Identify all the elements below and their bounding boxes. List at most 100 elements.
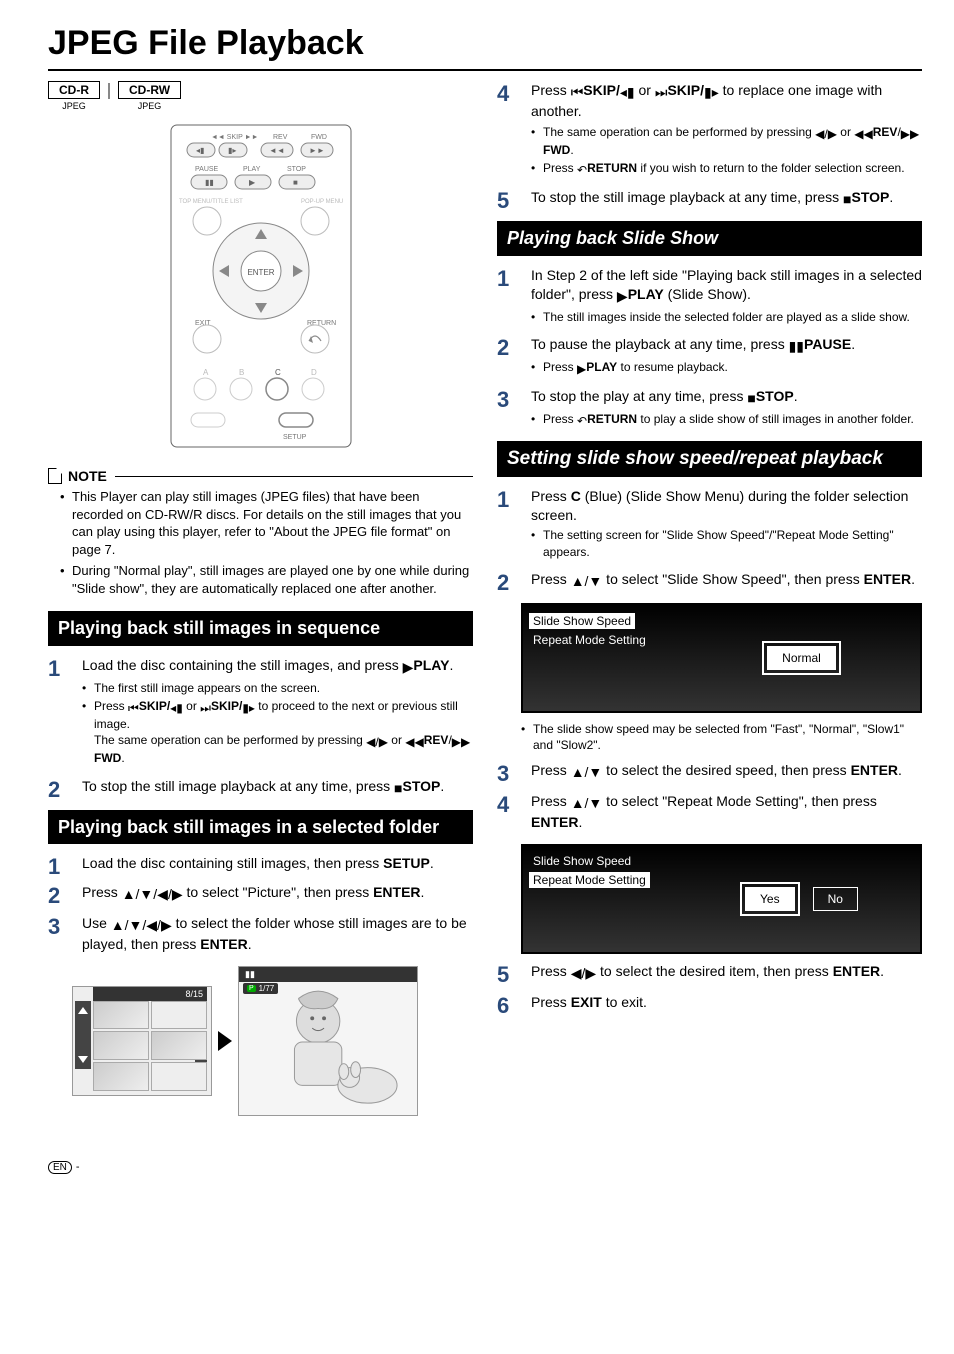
arrow-right-icon <box>218 1031 232 1051</box>
section-a-title: Playing back still images in sequence <box>48 611 473 646</box>
left-step-icon: ◂▮ <box>620 83 635 102</box>
note-item: During "Normal play", still images are p… <box>60 562 473 597</box>
step-a1-sub2: Press ⏮ SKIP/◂▮ or ⏭ SKIP/▮▸ to proceed … <box>82 698 473 767</box>
menu2-left1: Slide Show Speed <box>533 854 673 868</box>
step-r4-sub2: Press ↶ RETURN if you wish to return to … <box>531 160 922 178</box>
footer-en: EN <box>48 1161 72 1174</box>
svg-text:STOP: STOP <box>287 166 306 173</box>
step-d2: Press ▲/▼ to select "Slide Show Speed", … <box>497 570 922 591</box>
folder-preview: 8/15 ▮▮ P 1/77 <box>72 966 473 1116</box>
step-c2-sub1: Press ▶ PLAY to resume playback. <box>531 359 922 377</box>
skip-next-icon: ⏭ <box>655 83 668 102</box>
stop-icon: ■ <box>843 190 851 209</box>
svg-text:▶: ▶ <box>249 178 256 187</box>
thumb-panel: 8/15 <box>72 986 212 1096</box>
stop-icon: ■ <box>747 389 755 408</box>
detail-panel: ▮▮ P 1/77 <box>238 966 418 1116</box>
step-d4: Press ▲/▼ to select "Repeat Mode Setting… <box>497 792 922 832</box>
footer-dash: - <box>76 1161 80 1173</box>
badge-cdr-sub: JPEG <box>48 101 100 111</box>
repeat-mode-menu: Slide Show Speed Repeat Mode Setting Yes… <box>521 844 922 954</box>
left-step-icon: ◂▮ <box>170 700 183 716</box>
badge-cdr-label: CD-R <box>48 81 100 99</box>
note-item: This Player can play still images (JPEG … <box>60 488 473 558</box>
menu2-option-yes: Yes <box>745 887 795 911</box>
menu1-option-normal: Normal <box>767 646 836 670</box>
return-icon: ↶ <box>577 413 587 429</box>
step-b1: Load the disc containing still images, t… <box>48 854 473 873</box>
picture-badge-icon: P <box>247 985 256 992</box>
slide-speed-menu: Slide Show Speed Repeat Mode Setting Nor… <box>521 603 922 713</box>
title-rule <box>48 69 922 71</box>
play-icon: ▶ <box>617 287 628 306</box>
page-footer: EN - <box>48 1161 80 1174</box>
pause-icon: ▮▮ <box>789 337 804 356</box>
updownleftright-icon: ▲/▼/◀/▶ <box>122 885 183 904</box>
left-right-icon: ◀/▶ <box>366 734 388 750</box>
svg-text:ENTER: ENTER <box>247 268 274 277</box>
step-a1-sub1: The first still image appears on the scr… <box>82 680 473 696</box>
step-d1-sub1: The setting screen for "Slide Show Speed… <box>531 527 922 559</box>
remote-illustration: ◄◄ SKIP ►► REV FWD ◂▮ ▮▸ ◄◄ ►► PAUSE PLA… <box>161 121 361 454</box>
step-r4-sub1: The same operation can be performed by p… <box>531 124 922 158</box>
note-header: NOTE <box>48 468 473 484</box>
updown-icon: ▲/▼ <box>571 763 603 782</box>
svg-text:◄◄: ◄◄ <box>269 146 285 155</box>
play-icon: ▶ <box>577 361 586 377</box>
updown-icon: ▲/▼ <box>571 794 603 813</box>
section-d-steps-end: Press ◀/▶ to select the desired item, th… <box>497 962 922 1012</box>
section-d-steps: Press C (Blue) (Slide Show Menu) during … <box>497 487 922 591</box>
step-c3: To stop the play at any time, press ■ ST… <box>497 387 922 429</box>
svg-text:◄◄ SKIP ►►: ◄◄ SKIP ►► <box>211 134 258 141</box>
rev-icon: ◀◀ <box>405 734 423 750</box>
thumb-counter: 8/15 <box>93 987 207 1001</box>
skip-prev-icon: ⏮ <box>571 83 584 102</box>
menu1-left1: Slide Show Speed <box>529 613 635 629</box>
step-c2: To pause the playback at any time, press… <box>497 335 922 377</box>
svg-text:■: ■ <box>293 178 298 187</box>
step-a2: To stop the still image playback at any … <box>48 777 473 798</box>
skip-prev-icon: ⏮ <box>128 700 139 716</box>
stop-icon: ■ <box>394 779 402 798</box>
svg-text:FWD: FWD <box>311 134 327 141</box>
rev-icon: ◀◀ <box>854 126 872 142</box>
section-b-steps: Load the disc containing still images, t… <box>48 854 473 954</box>
svg-text:REV: REV <box>273 134 288 141</box>
step-b2: Press ▲/▼/◀/▶ to select "Picture", then … <box>48 883 473 904</box>
updownleftright-icon: ▲/▼/◀/▶ <box>111 916 172 935</box>
step-c1-sub1: The still images inside the selected fol… <box>531 309 922 325</box>
svg-text:C: C <box>275 368 281 377</box>
play-icon: ▶ <box>403 658 414 677</box>
svg-text:PAUSE: PAUSE <box>195 166 219 173</box>
right-top-steps: Press ⏮ SKIP/◂▮ or ⏭ SKIP/▮▸ to replace … <box>497 81 922 209</box>
right-step-icon: ▮▸ <box>242 700 255 716</box>
svg-text:POP-UP MENU: POP-UP MENU <box>301 199 343 205</box>
updown-icon: ▲/▼ <box>571 572 603 591</box>
section-c-title: Playing back Slide Show <box>497 221 922 256</box>
step-c1: In Step 2 of the left side "Playing back… <box>497 266 922 325</box>
step-c3-sub1: Press ↶ RETURN to play a slide show of s… <box>531 411 922 429</box>
menu2-option-no: No <box>813 887 858 911</box>
pause-icon: ▮▮ <box>245 969 255 980</box>
step-d5: Press ◀/▶ to select the desired item, th… <box>497 962 922 983</box>
svg-text:PLAY: PLAY <box>243 166 261 173</box>
svg-text:SETUP: SETUP <box>283 434 307 441</box>
svg-text:TOP MENU/TITLE LIST: TOP MENU/TITLE LIST <box>179 199 243 205</box>
svg-text:◂▮: ◂▮ <box>196 146 204 155</box>
right-step-icon: ▮▸ <box>704 83 719 102</box>
note-label: NOTE <box>68 468 107 484</box>
skip-next-icon: ⏭ <box>200 700 211 716</box>
left-right-icon: ◀/▶ <box>571 964 596 983</box>
section-b-title: Playing back still images in a selected … <box>48 810 473 845</box>
badge-separator <box>108 83 110 99</box>
badge-cdr: CD-R JPEG <box>48 81 100 111</box>
svg-text:D: D <box>311 368 317 377</box>
step-d6: Press EXIT to exit. <box>497 993 922 1012</box>
step-a1: Load the disc containing the still image… <box>48 656 473 767</box>
disc-badges: CD-R JPEG CD-RW JPEG <box>48 81 473 111</box>
menu1-left2: Repeat Mode Setting <box>533 633 673 647</box>
step-r4: Press ⏮ SKIP/◂▮ or ⏭ SKIP/▮▸ to replace … <box>497 81 922 178</box>
step-b3: Use ▲/▼/◀/▶ to select the folder whose s… <box>48 914 473 954</box>
section-a-steps: Load the disc containing the still image… <box>48 656 473 798</box>
section-d-title: Setting slide show speed/repeat playback <box>497 441 922 477</box>
